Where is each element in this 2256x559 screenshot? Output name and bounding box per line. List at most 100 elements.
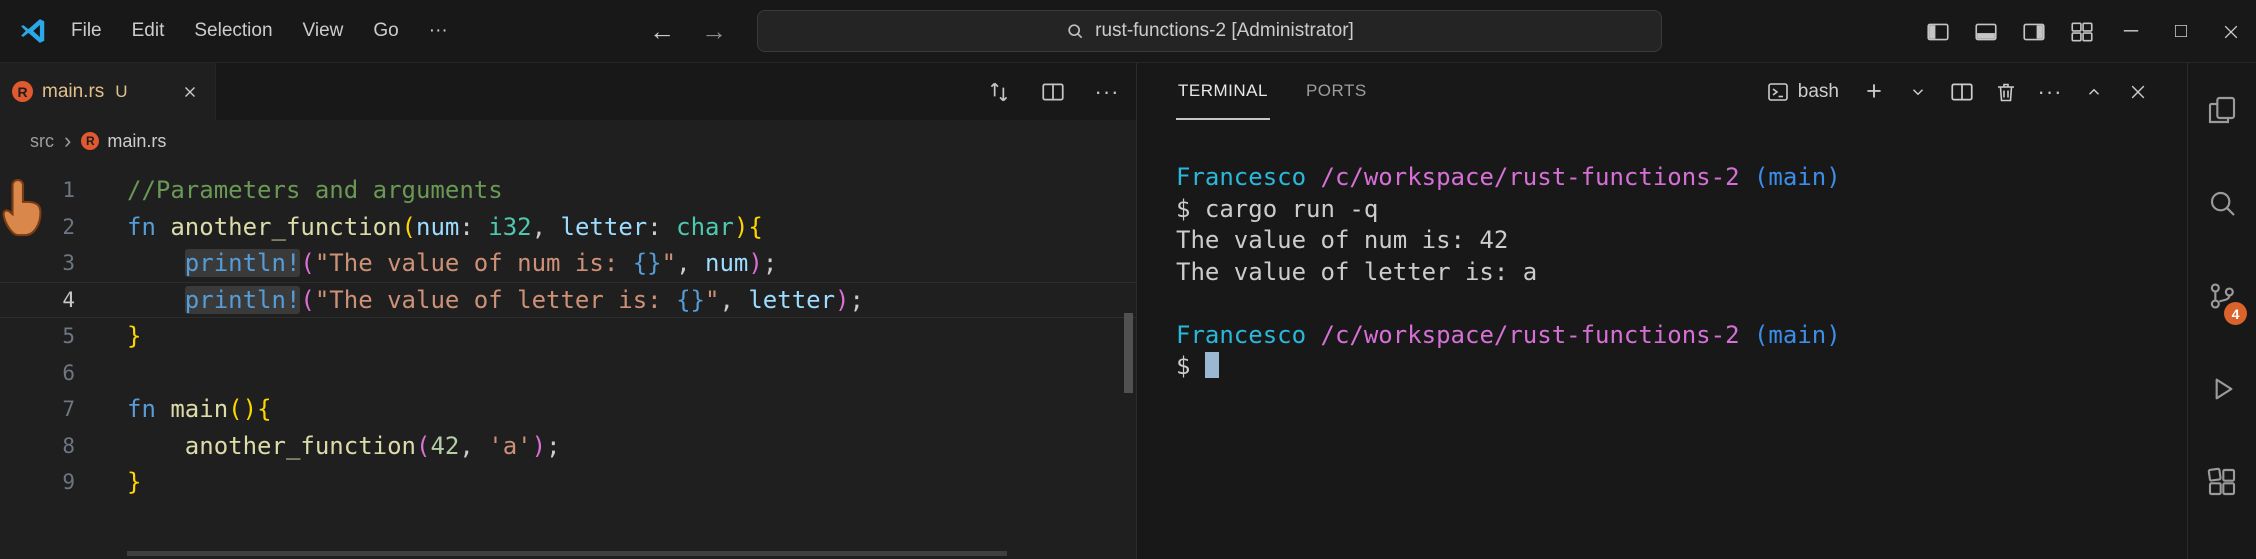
toggle-sidebar-icon[interactable] xyxy=(1914,0,1962,63)
toggle-panel-icon[interactable] xyxy=(1962,0,2010,63)
workbench: R main.rs U ··· src › R main.rs 1 //Para… xyxy=(0,63,2256,559)
tab-terminal[interactable]: TERMINAL xyxy=(1176,63,1270,120)
code-editor[interactable]: 1 //Parameters and arguments 2 fn another_f… xyxy=(0,162,1136,559)
editor-vertical-scrollbar[interactable] xyxy=(1124,313,1133,393)
kill-terminal-trash-icon[interactable] xyxy=(1991,77,2021,107)
editor-horizontal-scrollbar[interactable] xyxy=(127,551,1007,556)
window-close-button[interactable] xyxy=(2206,0,2256,63)
panel-more-actions-icon[interactable]: ··· xyxy=(2035,77,2065,107)
code-text: fn main(){ xyxy=(127,391,272,428)
editor-more-actions-icon[interactable]: ··· xyxy=(1092,77,1122,107)
code-text: } xyxy=(127,464,141,501)
code-token: : xyxy=(647,212,677,241)
split-editor-icon[interactable] xyxy=(1038,77,1068,107)
line-number: 4 xyxy=(62,287,75,312)
activity-source-control[interactable]: 4 xyxy=(2188,249,2256,342)
activity-explorer[interactable] xyxy=(2188,63,2256,156)
activity-search[interactable] xyxy=(2188,156,2256,249)
search-icon xyxy=(1065,21,1085,41)
terminal-text: Francesco xyxy=(1176,320,1307,349)
code-text: println!("The value of num is: {}", num)… xyxy=(127,245,777,282)
code-token: char xyxy=(676,212,734,241)
code-lines: 1 //Parameters and arguments 2 fn another_f… xyxy=(0,172,1136,501)
search-icon xyxy=(2206,187,2238,219)
code-token: , xyxy=(459,431,489,460)
titlebar: File Edit Selection View Go ··· ← → rust… xyxy=(0,0,2256,63)
code-token: num xyxy=(416,212,460,241)
new-terminal-icon[interactable]: + xyxy=(1859,77,1889,107)
activity-run-debug[interactable] xyxy=(2188,342,2256,435)
code-token: 42 xyxy=(430,431,460,460)
code-token: ; xyxy=(849,285,864,314)
terminal-icon xyxy=(1766,80,1790,104)
editor-tabbar: R main.rs U ··· xyxy=(0,63,1136,120)
terminal-line: $ cargo run -q xyxy=(1176,194,2187,226)
terminal-text: The value of num is: 42 xyxy=(1176,226,1509,254)
tab-main-rs[interactable]: R main.rs U xyxy=(0,63,216,120)
code-line: 5} xyxy=(0,318,1136,355)
code-token: ( xyxy=(300,249,315,277)
menu-go[interactable]: Go xyxy=(358,11,413,51)
code-text: fn another_function(num: i32, letter: ch… xyxy=(127,209,763,246)
menu-edit[interactable]: Edit xyxy=(117,11,180,51)
command-center-search[interactable]: rust-functions-2 [Administrator] xyxy=(757,10,1662,52)
code-token: main xyxy=(170,395,229,423)
forward-arrow-icon[interactable]: → xyxy=(692,0,736,63)
terminal-line: Francesco /c/workspace/rust-functions-2 … xyxy=(1176,320,2187,352)
menu-view[interactable]: View xyxy=(288,11,359,51)
code-text: //Parameters and arguments xyxy=(127,172,503,209)
code-token: ; xyxy=(762,249,778,277)
minimize-button[interactable]: ─ xyxy=(2106,0,2156,63)
code-line: 6 xyxy=(0,355,1136,392)
tab-close-icon[interactable] xyxy=(177,79,203,105)
terminal-lines: Francesco /c/workspace/rust-functions-2 … xyxy=(1176,162,2187,383)
customize-layout-icon[interactable] xyxy=(2058,0,2106,63)
maximize-button[interactable]: □ xyxy=(2156,0,2206,63)
rust-file-icon: R xyxy=(81,132,100,150)
rust-file-icon: R xyxy=(12,81,33,102)
code-token: num xyxy=(705,249,749,277)
terminal-text: $ xyxy=(1176,352,1205,380)
terminal-body[interactable]: Francesco /c/workspace/rust-functions-2 … xyxy=(1137,120,2187,559)
toggle-secondary-sidebar-icon[interactable] xyxy=(2010,0,2058,63)
maximize-panel-chevron-up-icon[interactable] xyxy=(2079,77,2109,107)
explorer-icon xyxy=(2206,94,2238,126)
compare-changes-icon[interactable] xyxy=(984,77,1014,107)
terminal-profile-chevron-down-icon[interactable] xyxy=(1903,77,1933,107)
line-number: 9 xyxy=(62,470,75,494)
breadcrumb-file[interactable]: R main.rs xyxy=(81,131,166,152)
code-token: println! xyxy=(184,249,301,277)
terminal-shell-selector[interactable]: bash xyxy=(1766,80,1839,104)
code-token: ) xyxy=(748,249,763,277)
code-token: ) xyxy=(733,212,749,241)
git-status-badge: U xyxy=(115,81,128,101)
close-panel-icon[interactable] xyxy=(2123,77,2153,107)
tab-label: main.rs xyxy=(42,80,105,102)
activity-extensions[interactable] xyxy=(2188,435,2256,528)
menu-file[interactable]: File xyxy=(56,11,117,51)
scm-changes-badge: 4 xyxy=(2224,302,2247,325)
menu-overflow-icon[interactable]: ··· xyxy=(414,11,463,51)
code-line: 9} xyxy=(0,464,1136,501)
extensions-icon xyxy=(2206,466,2238,498)
code-token: ( xyxy=(415,431,431,460)
line-number: 7 xyxy=(62,397,75,421)
code-token: : xyxy=(459,212,489,241)
breadcrumb: src › R main.rs xyxy=(0,120,1136,162)
split-terminal-icon[interactable] xyxy=(1947,77,1977,107)
terminal-text: /c/workspace/rust-functions-2 xyxy=(1320,163,1740,191)
menubar: File Edit Selection View Go ··· xyxy=(56,11,463,51)
menu-selection[interactable]: Selection xyxy=(179,11,287,51)
back-arrow-icon[interactable]: ← xyxy=(640,0,684,63)
line-number: 5 xyxy=(62,324,75,348)
code-token: fn xyxy=(127,212,171,241)
breadcrumb-folder[interactable]: src xyxy=(30,131,54,152)
tab-ports[interactable]: PORTS xyxy=(1304,63,1369,120)
terminal-line: Francesco /c/workspace/rust-functions-2 … xyxy=(1176,162,2187,194)
terminal-actions: bash + ··· xyxy=(1766,63,2153,120)
code-token: 'a' xyxy=(488,431,532,460)
code-line: 7 fn main(){ xyxy=(0,391,1136,428)
